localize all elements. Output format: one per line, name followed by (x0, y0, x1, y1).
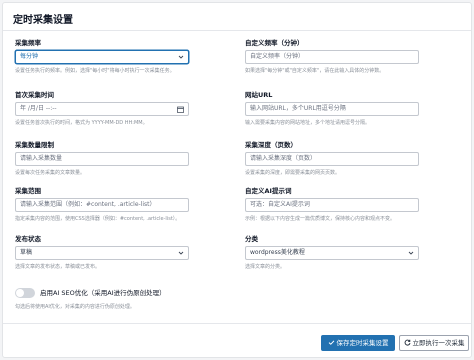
ai-seo-toggle[interactable] (15, 288, 35, 298)
ai-prompt-help: 示例：根据以下内容生成一篇优质博文，保持核心内容和观点不变。 (245, 216, 396, 222)
url-field: 网站URL 输入网站URL，多个URL用逗号分隔 输入需要采集内容的网站地址，多… (245, 91, 465, 127)
depth-field: 采集深度（页数） 请输入采集深度（页数） 设置采集的深度，即需要采集的网页页数。 (245, 141, 465, 177)
status-value: 草稿 (20, 249, 33, 256)
custom-interval-field: 自定义频率（分钟） 自定义频率（分钟） 如果选择"每分钟"或"自定义频率"，请在… (245, 39, 465, 75)
ai-prompt-field: 自定义AI提示词 可选：自定义AI提示词 示例：根据以下内容生成一篇优质博文，保… (245, 187, 465, 223)
scope-field: 采集范围 请输入采集范围（例如：#content, .article-list）… (15, 187, 235, 223)
url-input[interactable]: 输入网站URL，多个URL用逗号分隔 (245, 102, 419, 116)
first-run-field: 首次采集时间 年 /月/日 --:-- 设置任务首次执行的时间，格式为 YYYY… (15, 91, 235, 127)
category-select[interactable]: wordpress美化教程 (245, 246, 419, 260)
toggle-knob (16, 289, 24, 297)
depth-input[interactable]: 请输入采集深度（页数） (245, 152, 419, 166)
run-now-button-label: 立即执行一次采集 (412, 339, 465, 347)
chevron-down-icon (408, 251, 414, 255)
custom-interval-placeholder: 自定义频率（分钟） (250, 53, 305, 60)
calendar-icon[interactable] (177, 106, 184, 113)
scope-placeholder: 请输入采集范围（例如：#content, .article-list） (20, 201, 156, 208)
count-input[interactable]: 请输入采集数量 (15, 152, 189, 166)
count-label: 采集数量限制 (15, 141, 54, 149)
ai-prompt-placeholder: 可选：自定义AI提示词 (250, 201, 310, 208)
custom-interval-label: 自定义频率（分钟） (245, 39, 304, 47)
status-select[interactable]: 草稿 (15, 246, 189, 260)
status-help: 选择文章的发布状态，草稿或已发布。 (15, 264, 101, 270)
refresh-icon (404, 339, 410, 346)
category-field: 分类 wordpress美化教程 选择文章的分类。 (245, 235, 465, 271)
panel-header: 定时采集设置 (3, 3, 471, 31)
interval-help: 设置任务执行的频率。例如，选择"每小时"将每小时执行一次采集任务。 (15, 68, 175, 74)
ai-seo-label: 启用AI SEO优化（采用AI进行伪原创处理） (40, 289, 166, 297)
url-label: 网站URL (245, 91, 273, 99)
status-field: 发布状态 草稿 选择文章的发布状态，草稿或已发布。 (15, 235, 235, 271)
interval-label: 采集频率 (15, 39, 41, 47)
url-placeholder: 输入网站URL，多个URL用逗号分隔 (250, 105, 346, 112)
category-label: 分类 (245, 235, 258, 243)
ai-seo-help: 勾选后将使用AI优化，对采集的内容进行伪原创处理。 (15, 304, 135, 310)
interval-value: 每分钟 (20, 53, 39, 60)
ai-prompt-input[interactable]: 可选：自定义AI提示词 (245, 198, 419, 212)
custom-interval-help: 如果选择"每分钟"或"自定义频率"，请在此输入具体的分钟数。 (245, 68, 385, 74)
first-run-label: 首次采集时间 (15, 91, 54, 99)
interval-select[interactable]: 每分钟 (15, 50, 189, 64)
url-help: 输入需要采集内容的网站地址，多个地址请用逗号分隔。 (245, 120, 371, 126)
first-run-help: 设置任务首次执行的时间，格式为 YYYY-MM-DD HH:MM。 (15, 120, 148, 126)
scope-label: 采集范围 (15, 187, 41, 195)
category-help: 选择文章的分类。 (245, 264, 286, 270)
count-field: 采集数量限制 请输入采集数量 设置每次任务采集的文章数量。 (15, 141, 235, 177)
ai-prompt-label: 自定义AI提示词 (245, 187, 292, 195)
chevron-down-icon (178, 55, 184, 59)
run-now-button[interactable]: 立即执行一次采集 (399, 335, 469, 351)
save-button[interactable]: 保存定时采集设置 (321, 335, 395, 351)
depth-help: 设置采集的深度，即需要采集的网页页数。 (245, 170, 341, 176)
form-footer: 保存定时采集设置 立即执行一次采集 (3, 323, 471, 359)
count-placeholder: 请输入采集数量 (20, 155, 63, 162)
first-run-placeholder: 年 /月/日 --:-- (20, 105, 57, 112)
page-title: 定时采集设置 (13, 15, 73, 26)
status-label: 发布状态 (15, 235, 41, 243)
depth-label: 采集深度（页数） (245, 141, 297, 149)
chevron-down-icon (178, 251, 184, 255)
category-value: wordpress美化教程 (250, 249, 305, 256)
scope-help: 指定采集内容的范围，使用CSS选择器（例如：#content, .article… (15, 216, 181, 222)
custom-interval-input[interactable]: 自定义频率（分钟） (245, 50, 419, 64)
save-button-label: 保存定时采集设置 (336, 339, 389, 347)
check-icon (328, 340, 334, 345)
settings-panel: 定时采集设置 采集频率 每分钟 设置任务执行的频率。例如，选择"每小时"将每小时… (2, 2, 472, 358)
interval-field: 采集频率 每分钟 设置任务执行的频率。例如，选择"每小时"将每小时执行一次采集任… (15, 39, 235, 75)
depth-placeholder: 请输入采集深度（页数） (250, 155, 317, 162)
first-run-input[interactable]: 年 /月/日 --:-- (15, 102, 189, 116)
count-help: 设置每次任务采集的文章数量。 (15, 170, 86, 176)
scope-input[interactable]: 请输入采集范围（例如：#content, .article-list） (15, 198, 189, 212)
